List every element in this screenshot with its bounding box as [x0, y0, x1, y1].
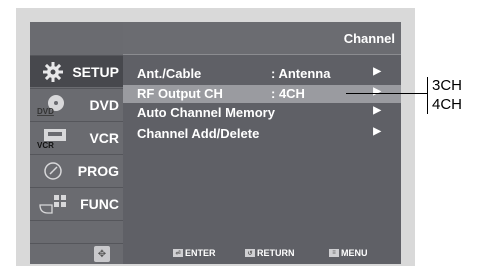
arrow-right-icon: ▶	[373, 86, 381, 97]
callout-option-4ch: 4CH	[432, 96, 463, 113]
sidebar: SETUP DVD DVD VCR VCR PROG FUNC ✥	[30, 22, 123, 264]
dvd-disc-icon: DVD	[36, 94, 70, 116]
arrow-right-icon: ▶	[373, 66, 381, 77]
remote-hand-icon	[36, 193, 70, 215]
sidebar-item-label: FUNC	[80, 195, 119, 212]
footer-hints: ⏎ ENTER ↺ RETURN ≡ MENU	[123, 243, 401, 264]
dvd-icon-text: DVD	[37, 107, 54, 116]
sidebar-item-label: SETUP	[72, 63, 119, 80]
menu-item-value: : 4CH	[271, 86, 305, 101]
osd-screen: SETUP DVD DVD VCR VCR PROG FUNC ✥ Channe…	[30, 22, 401, 264]
directional-arrows-icon[interactable]: ✥	[94, 246, 110, 262]
vcr-tape-icon: VCR	[36, 127, 70, 149]
callout-line	[346, 93, 428, 94]
menu-item-ant-cable[interactable]: Ant./Cable : Antenna ▶	[123, 65, 401, 83]
title-bar: Channel	[123, 22, 401, 55]
sidebar-spacer	[30, 220, 123, 243]
return-icon: ↺	[245, 249, 255, 257]
sidebar-item-setup[interactable]: SETUP	[30, 55, 123, 87]
hint-label: RETURN	[257, 248, 295, 258]
gear-icon	[36, 61, 70, 83]
sidebar-item-label: VCR	[89, 129, 119, 146]
arrow-right-icon: ▶	[373, 126, 381, 137]
menu-item-value: : Antenna	[271, 66, 331, 81]
menu-item-rf-output-ch[interactable]: RF Output CH : 4CH ▶	[123, 85, 401, 103]
menu-item-label: Ant./Cable	[137, 66, 202, 81]
menu-item-auto-channel-memory[interactable]: Auto Channel Memory ▶	[123, 104, 401, 122]
hint-label: ENTER	[185, 248, 216, 258]
menu-icon: ≡	[329, 249, 339, 257]
sidebar-item-func[interactable]: FUNC	[30, 187, 123, 219]
clock-icon	[36, 160, 70, 182]
sidebar-item-label: PROG	[77, 162, 119, 179]
sidebar-item-dvd[interactable]: DVD DVD	[30, 88, 123, 120]
sidebar-item-label: DVD	[89, 96, 119, 113]
hint-menu[interactable]: ≡ MENU	[329, 248, 368, 258]
hint-return[interactable]: ↺ RETURN	[245, 248, 295, 258]
enter-icon: ⏎	[173, 249, 183, 257]
sidebar-item-prog[interactable]: PROG	[30, 154, 123, 186]
hint-label: MENU	[341, 248, 368, 258]
menu-item-label: Channel Add/Delete	[137, 126, 260, 141]
hint-enter[interactable]: ⏎ ENTER	[173, 248, 216, 258]
menu-item-label: Auto Channel Memory	[137, 105, 275, 120]
sidebar-item-vcr[interactable]: VCR VCR	[30, 121, 123, 153]
arrow-right-icon: ▶	[373, 105, 381, 116]
callout-bracket	[427, 77, 428, 114]
vcr-icon-text: VCR	[37, 141, 54, 149]
page-title: Channel	[343, 31, 395, 46]
menu-item-label: RF Output CH	[137, 86, 223, 101]
sidebar-top	[30, 22, 123, 55]
sidebar-bottom: ✥	[30, 243, 123, 264]
menu-item-channel-add-delete[interactable]: Channel Add/Delete ▶	[123, 125, 401, 143]
callout-option-3ch: 3CH	[432, 77, 463, 94]
